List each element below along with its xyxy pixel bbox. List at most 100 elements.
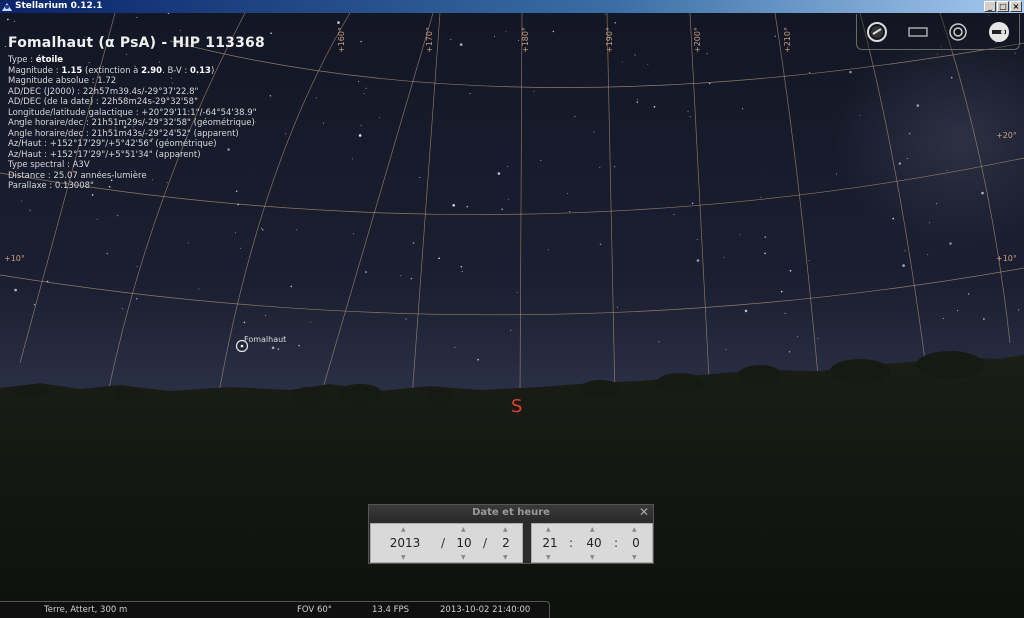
star [452,204,456,207]
screen-button[interactable] [905,19,931,45]
star [460,265,463,268]
time-editor: ▲ 21 ▼ : ▲ 40 ▼ : ▲ 0 ▼ [531,523,653,563]
year-field[interactable]: 2013 [385,536,425,550]
star [237,203,239,206]
star [892,217,894,220]
grid-label-210: +210° [783,27,792,53]
date-editor: ▲ 2013 ▼ / ▲ 10 ▼ / ▲ 2 ▼ [370,523,523,563]
star [516,292,518,293]
info-type: Type : étoile [8,55,265,66]
second-up-icon[interactable]: ▲ [632,526,637,533]
ocular-button[interactable] [945,19,971,45]
star [836,173,837,175]
minute-down-icon[interactable]: ▼ [590,554,595,561]
star [358,81,360,83]
magnitude-label: Magnitude : [8,65,62,76]
info-line: Angle horaire/dec : 21h51m29s/-29°32'58"… [8,118,255,128]
grid-label-160: +160° [337,27,346,53]
dialog-title[interactable]: Date et heure [369,505,653,520]
star [967,293,970,295]
star [296,229,298,231]
star [469,93,471,94]
window-title: Stellarium 0.12.1 [15,1,103,11]
star [808,260,810,262]
star [614,166,616,168]
info-line: AD/DEC (J2000) : 22h57m39.4s/-29°37'22.8… [8,86,199,97]
star [691,202,694,205]
star [706,53,708,55]
star [410,277,413,280]
screen-icon [908,26,928,37]
grid-label-200: +200° [693,27,702,53]
star [906,158,908,159]
info-line: Az/Haut : +152°17'29"/+5°42'56" (géométr… [8,139,217,149]
ocular-toolbar [856,14,1020,50]
month-field[interactable]: 10 [451,536,477,550]
star [696,238,698,240]
type-value: étoile [35,55,64,65]
star [949,242,952,245]
maximize-button[interactable]: □ [997,1,1009,12]
star [508,198,510,200]
bv-value: 0.13 [189,65,211,76]
star [450,38,452,40]
stellarium-app-icon [2,3,12,11]
star [687,110,689,112]
star [29,209,31,211]
star [477,358,479,361]
info-magnitude: Magnitude : 1.15 (extinction à 2.90. B-V… [8,66,265,77]
star [46,280,49,283]
star [942,317,944,319]
star [760,197,762,199]
star [744,309,748,313]
star [983,318,985,320]
hour-up-icon[interactable]: ▲ [546,526,551,533]
minimize-button[interactable]: _ [984,1,996,12]
star [723,256,725,258]
second-field[interactable]: 0 [622,536,650,550]
object-title: Fomalhaut (α PsA) - HIP 113368 [8,35,265,51]
star [1014,52,1016,54]
minute-field[interactable]: 40 [580,536,608,550]
star [438,257,440,260]
year-down-icon[interactable]: ▼ [401,554,406,561]
star [466,205,469,208]
ccd-icon [988,21,1009,42]
star [507,166,509,168]
info-line: Angle horaire/dec : 21h51m43s/-29°24'52"… [8,128,239,139]
day-field[interactable]: 2 [495,536,517,550]
star [599,243,602,246]
info-line: Distance : 25.07 années-lumière [8,170,147,181]
second-down-icon[interactable]: ▼ [632,554,637,561]
star [797,336,799,338]
month-up-icon[interactable]: ▲ [461,526,466,533]
star [774,35,777,38]
star [689,116,691,117]
telescope-button[interactable] [864,19,890,45]
dialog-close-icon[interactable]: ✕ [639,505,649,520]
star [981,191,984,195]
hour-down-icon[interactable]: ▼ [546,554,551,561]
year-up-icon[interactable]: ▲ [401,526,406,533]
datetime-dialog: Date et heure ✕ ▲ 2013 ▼ / ▲ 10 ▼ / ▲ 2 … [368,504,654,564]
day-down-icon[interactable]: ▼ [503,554,508,561]
star [136,17,138,18]
close-button[interactable]: × [1010,1,1022,12]
hour-field[interactable]: 21 [536,536,564,550]
star [337,21,340,24]
day-up-icon[interactable]: ▲ [503,526,508,533]
ccd-button[interactable] [986,19,1012,45]
star [461,271,463,273]
month-down-icon[interactable]: ▼ [461,554,466,561]
date-separator: / [441,536,446,550]
star [696,259,700,262]
star [946,170,948,171]
star [454,347,456,348]
info-line: Parallaxe : 0.13008" [8,181,94,191]
bv-label: . B-V : [162,65,190,76]
minute-up-icon[interactable]: ▲ [590,526,595,533]
star [285,133,287,135]
cardinal-south: S [511,396,523,417]
star [636,101,639,103]
star [784,312,786,314]
